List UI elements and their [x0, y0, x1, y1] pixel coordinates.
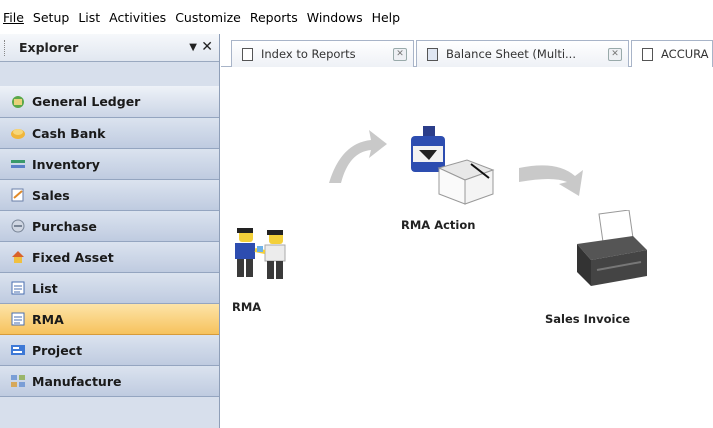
sidebar-item-inventory[interactable]: Inventory — [0, 149, 219, 180]
menu-windows[interactable]: Windows — [307, 10, 363, 25]
sidebar-item-label: Purchase — [32, 218, 97, 234]
document-icon — [242, 47, 253, 61]
sidebar-item-label: Inventory — [32, 156, 100, 172]
purchase-icon — [10, 219, 26, 233]
sidebar-item-manufacture[interactable]: Manufacture — [0, 366, 219, 397]
menu-help[interactable]: Help — [372, 10, 401, 25]
explorer-panel: Explorer ▼ ✕ General Ledger Cash Bank In… — [0, 34, 220, 428]
tab-label: Index to Reports — [261, 47, 356, 61]
flow-arrow-icon — [519, 165, 583, 196]
sidebar-item-label: General Ledger — [32, 94, 141, 109]
sidebar-item-label: RMA — [32, 311, 64, 327]
grip-handle[interactable] — [4, 40, 6, 56]
sales-icon — [10, 188, 26, 202]
fixed-asset-icon — [10, 250, 26, 264]
explorer-nav: General Ledger Cash Bank Inventory Sales… — [0, 86, 219, 397]
people-exchange-icon — [235, 228, 286, 279]
sidebar-item-list[interactable]: List — [0, 273, 219, 304]
ink-bottle-book-icon — [411, 126, 495, 205]
ledger-icon — [10, 95, 26, 109]
menu-customize[interactable]: Customize — [175, 10, 241, 25]
sidebar-item-rma[interactable]: RMA — [0, 304, 219, 335]
menu-reports[interactable]: Reports — [250, 10, 298, 25]
explorer-header: Explorer ▼ ✕ — [0, 34, 219, 62]
document-tabs: Index to Reports ✕ Balance Sheet (Multi.… — [221, 34, 713, 67]
spreadsheet-icon — [427, 47, 438, 61]
tab-index-to-reports[interactable]: Index to Reports ✕ — [231, 40, 414, 67]
rma-flow-canvas: RMA Action RMA Sales Invoice — [221, 68, 713, 428]
rma-action-node[interactable] — [401, 120, 501, 213]
sidebar-item-cash-bank[interactable]: Cash Bank — [0, 118, 219, 149]
explorer-title: Explorer — [19, 40, 79, 55]
sidebar-item-label: Fixed Asset — [32, 249, 114, 265]
close-icon[interactable]: ✕ — [201, 39, 213, 55]
project-icon — [10, 343, 26, 357]
tab-label: ACCURA — [661, 47, 709, 61]
sales-invoice-node[interactable] — [571, 209, 651, 299]
close-icon[interactable]: ✕ — [393, 48, 407, 61]
close-icon[interactable]: ✕ — [608, 48, 622, 61]
rma-node[interactable] — [231, 226, 295, 291]
menu-list[interactable]: List — [78, 10, 100, 25]
menu-bar: File Setup List Activities Customize Rep… — [0, 0, 713, 34]
document-icon — [642, 47, 653, 61]
tab-accura[interactable]: ACCURA — [631, 40, 713, 67]
sidebar-item-label: List — [32, 280, 58, 296]
sales-invoice-label[interactable]: Sales Invoice — [545, 312, 630, 326]
dropdown-arrow-icon[interactable]: ▼ — [189, 42, 197, 53]
flow-arrow-icon — [329, 130, 387, 183]
menu-activities[interactable]: Activities — [109, 10, 166, 25]
inventory-icon — [10, 157, 26, 171]
sidebar-item-label: Cash Bank — [32, 125, 106, 141]
sidebar-item-sales[interactable]: Sales — [0, 180, 219, 211]
sidebar-item-purchase[interactable]: Purchase — [0, 211, 219, 242]
printer-icon — [577, 209, 647, 286]
rma-icon — [10, 312, 26, 326]
sidebar-item-fixed-asset[interactable]: Fixed Asset — [0, 242, 219, 273]
menu-setup[interactable]: Setup — [33, 10, 69, 25]
sidebar-item-label: Sales — [32, 187, 70, 203]
list-icon — [10, 281, 26, 295]
tab-balance-sheet[interactable]: Balance Sheet (Multi... ✕ — [416, 40, 629, 67]
sidebar-item-project[interactable]: Project — [0, 335, 219, 366]
menu-file[interactable]: File — [3, 10, 24, 25]
rma-label[interactable]: RMA — [232, 300, 261, 314]
sidebar-item-label: Manufacture — [32, 373, 122, 389]
cash-bank-icon — [10, 126, 26, 140]
tab-label: Balance Sheet (Multi... — [446, 47, 576, 61]
rma-action-label[interactable]: RMA Action — [401, 218, 475, 232]
sidebar-item-label: Project — [32, 342, 83, 358]
manufacture-icon — [10, 374, 26, 388]
sidebar-item-general-ledger[interactable]: General Ledger — [0, 86, 219, 118]
